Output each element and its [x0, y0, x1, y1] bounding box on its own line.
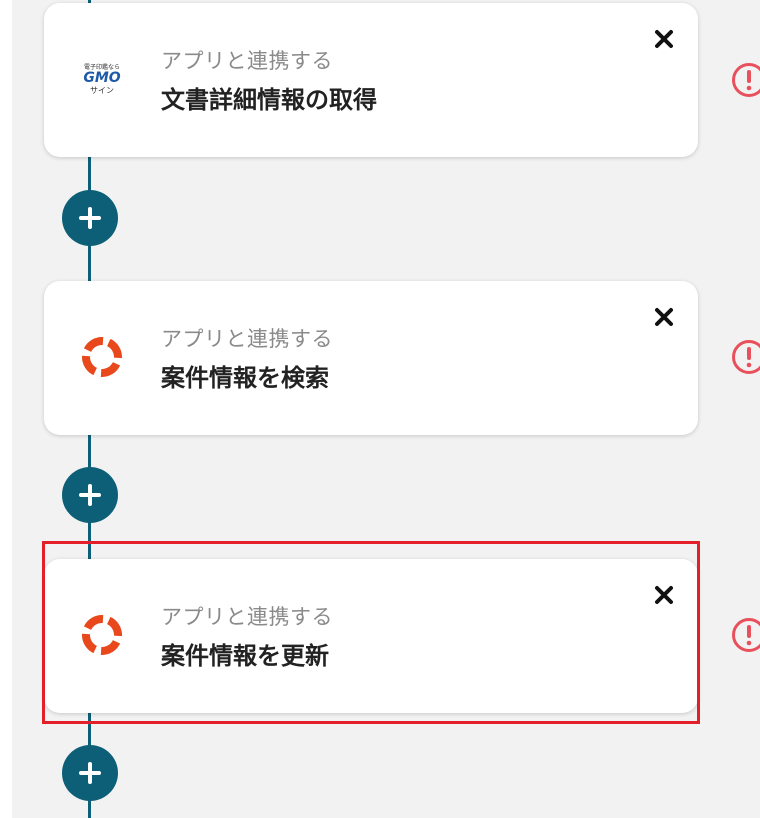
close-icon[interactable]	[652, 583, 676, 607]
add-step-button-2[interactable]	[62, 467, 118, 523]
gmo-logo-big-text: GMO	[83, 69, 121, 86]
flow-step-card-2[interactable]: アプリと連携する 案件情報を検索	[44, 281, 698, 435]
step-subtitle: アプリと連携する	[161, 327, 333, 351]
step-title: 文書詳細情報の取得	[161, 86, 377, 114]
close-icon[interactable]	[652, 305, 676, 329]
add-step-button-1[interactable]	[62, 190, 118, 246]
warning-icon[interactable]	[731, 339, 760, 375]
add-step-button-3[interactable]	[62, 745, 118, 801]
flow-step-card-1[interactable]: 電子印鑑なら GMO サイン アプリと連携する 文書詳細情報の取得	[44, 3, 698, 157]
step-title: 案件情報を更新	[161, 642, 329, 670]
step-subtitle: アプリと連携する	[161, 49, 333, 73]
plus-icon	[79, 207, 101, 229]
plus-icon	[79, 762, 101, 784]
step-subtitle: アプリと連携する	[161, 605, 333, 629]
gmo-sign-logo: 電子印鑑なら GMO サイン	[80, 57, 124, 101]
warning-icon[interactable]	[731, 62, 760, 98]
flow-step-card-3[interactable]: アプリと連携する 案件情報を更新	[44, 559, 698, 713]
gmo-logo-sign-text: サイン	[90, 85, 114, 95]
close-icon[interactable]	[652, 27, 676, 51]
lifebuoy-logo	[80, 613, 124, 657]
warning-icon[interactable]	[731, 617, 760, 653]
lifebuoy-logo	[80, 335, 124, 379]
step-title: 案件情報を検索	[161, 364, 329, 392]
plus-icon	[79, 484, 101, 506]
